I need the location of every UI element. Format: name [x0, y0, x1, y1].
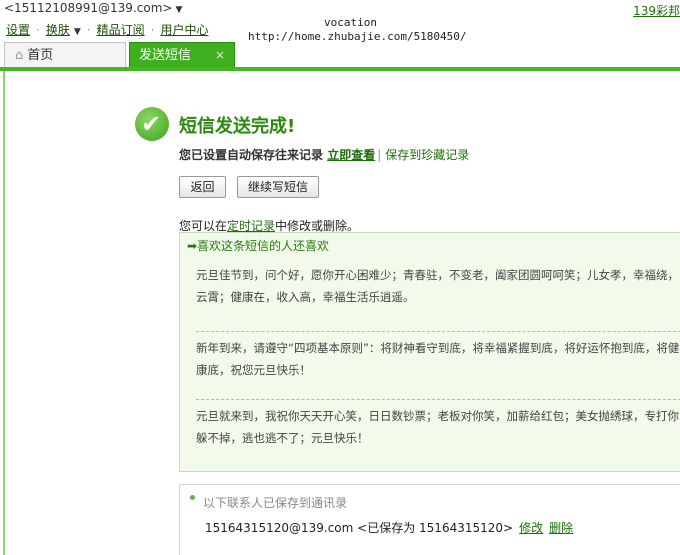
contact-row: 15164315120@139.com <已保存为 15164315120> 修改…	[205, 519, 573, 536]
tab-home[interactable]: ⌂ 首页	[4, 42, 126, 67]
divider: |	[377, 148, 382, 162]
autosave-notice: 您已设置自动保存往来记录 立即查看 | 保存到珍藏记录	[179, 146, 469, 163]
page-title: 短信发送完成!	[179, 116, 296, 137]
tab-home-label: 首页	[27, 48, 54, 63]
timer-prefix: 您可以在	[179, 219, 228, 233]
divider: ·	[150, 23, 155, 37]
recommend-message[interactable]: 元旦佳节到，问个好，愿你开心困难少；青春驻，不变老，阖家团圆呵呵笑；儿女孝，幸福…	[196, 264, 680, 308]
save-favorites-link[interactable]: 保存到珍藏记录	[385, 148, 469, 162]
chevron-down-icon[interactable]: ▼	[74, 27, 81, 37]
content-border	[3, 71, 5, 555]
watermark-line1: vocation	[324, 16, 377, 29]
recommend-message[interactable]: 新年到来，请遵守“四项基本原则”：将财神看守到底，将幸福紧握到底，将好运怀抱到底…	[196, 337, 680, 381]
saved-contacts-title: 以下联系人已保存到通讯录	[203, 496, 348, 510]
divider	[196, 399, 680, 400]
divider: ·	[86, 23, 91, 37]
chevron-down-icon: ▼	[175, 5, 183, 15]
user-center-link[interactable]: 用户中心	[160, 23, 208, 37]
top-nav: 设置 · 换肤 ▼ · 精品订阅 · 用户中心	[6, 21, 208, 37]
timer-suffix: 中修改或删除。	[275, 219, 360, 233]
account-selector[interactable]: <15112108991@139.com> ▼	[4, 1, 182, 15]
back-button[interactable]: 返回	[179, 176, 226, 198]
contact-email: 15164315120@139.com	[205, 521, 354, 535]
recommend-message[interactable]: 元旦就来到，我祝你天天开心笑，日日数钞票；老板对你笑，加薪给红包；美女抛绣球，专…	[196, 405, 680, 449]
tab-bar: ⌂ 首页 发送短信 ×	[0, 42, 680, 68]
home-icon: ⌂	[15, 48, 24, 63]
autosave-text: 您已设置自动保存往来记录	[179, 148, 324, 162]
tab-send-sms[interactable]: 发送短信 ×	[129, 42, 235, 67]
divider	[196, 331, 680, 332]
contact-saved-as: <已保存为 15164315120>	[357, 521, 514, 535]
recommend-heading: ➡喜欢这条短信的人还喜欢	[187, 239, 330, 253]
settings-link[interactable]: 设置	[6, 23, 30, 37]
skin-link[interactable]: 换肤	[46, 23, 70, 37]
bullet-icon	[190, 495, 195, 500]
recommend-panel: ➡喜欢这条短信的人还喜欢 元旦佳节到，问个好，愿你开心困难少；青春驻，不变老，阖…	[179, 232, 680, 472]
delete-contact-link[interactable]: 删除	[549, 521, 573, 535]
tab-underline	[0, 67, 680, 71]
edit-contact-link[interactable]: 修改	[519, 521, 543, 535]
saved-contacts-box: 以下联系人已保存到通讯录 15164315120@139.com <已保存为 1…	[179, 484, 680, 555]
timer-records-link[interactable]: 定时记录	[227, 219, 275, 233]
featured-link[interactable]: 精品订阅	[97, 23, 145, 37]
success-check-icon: ✔	[135, 107, 169, 141]
tab-send-sms-label: 发送短信	[139, 48, 192, 63]
continue-writing-button[interactable]: 继续写短信	[237, 176, 319, 198]
divider: ·	[36, 23, 40, 37]
view-now-link[interactable]: 立即查看	[327, 148, 375, 162]
corner-link[interactable]: 139彩邦	[633, 2, 680, 19]
watermark: vocation http://home.zhubajie.com/518045…	[248, 16, 467, 44]
close-icon[interactable]: ×	[215, 43, 225, 68]
account-email: <15112108991@139.com>	[4, 1, 173, 15]
